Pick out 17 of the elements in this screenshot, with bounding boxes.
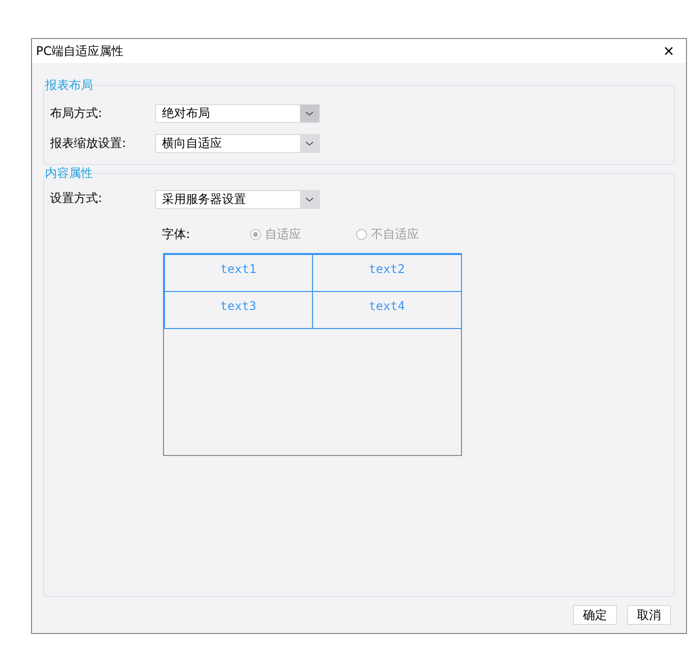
group-title: 内容属性: [45, 165, 93, 182]
group-title: 报表布局: [45, 77, 93, 94]
preview-cell: text1: [164, 254, 313, 292]
close-button[interactable]: ×: [659, 42, 678, 60]
ok-button[interactable]: 确定: [573, 605, 617, 625]
dropdown[interactable]: 横向自适应: [155, 134, 320, 152]
cancel-button[interactable]: 取消: [627, 605, 671, 625]
dropdown[interactable]: 采用服务器设置: [155, 190, 320, 209]
field-label: 设置方式:: [50, 190, 104, 207]
field-label: 布局方式:: [50, 104, 104, 122]
field-label: 字体:: [162, 226, 192, 242]
window-title: PC端自适应属性: [36, 42, 124, 60]
field-label: 报表缩放设置:: [50, 134, 128, 152]
chevron-down-icon: [300, 134, 319, 152]
chevron-down-icon: [300, 104, 319, 122]
dropdown[interactable]: 绝对布局: [155, 104, 320, 122]
chevron-down-icon: [300, 191, 319, 208]
